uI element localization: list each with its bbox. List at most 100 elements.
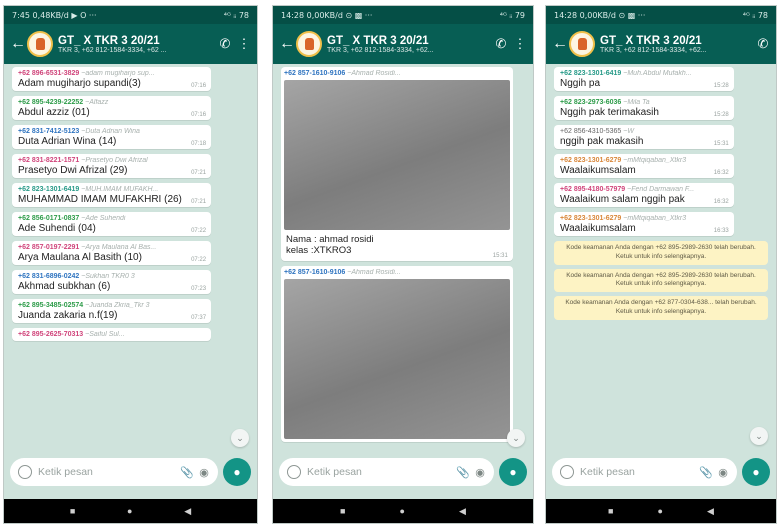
message-list[interactable]: +62 823-1301-6419 ~Muh.Abdul Mufakh... Ng…	[546, 64, 776, 467]
call-add-icon[interactable]: ✆	[218, 36, 232, 52]
message-text: Akhmad subkhan (6)	[18, 281, 111, 292]
message-text: Duta Adrian Wina (14)	[18, 136, 117, 147]
message-bubble[interactable]: +62 831-6896-0242 ~Sukhan TKR0 3 Akhmad s…	[12, 270, 212, 294]
message-sender: +62 857-0197-2291 ~Arya Maulana Al Bas..…	[18, 244, 205, 251]
message-sender: +62 857-1610-9106 ~Ahmad Rosidi...	[284, 269, 510, 276]
home-icon[interactable]: ●	[127, 506, 132, 516]
paperclip-icon[interactable]: 📎	[699, 466, 713, 479]
message-sender: +62 831-8221-1571 ~Prasetyo Dwi Afrizal	[18, 157, 205, 164]
sender-phone: +62 823-2973-6036	[560, 99, 622, 106]
message-bubble[interactable]: +62 896-6531-3829 ~adam mugiharjo sup...…	[12, 67, 212, 91]
emoji-icon[interactable]	[287, 465, 301, 479]
chat-title-block[interactable]: GT_ X TKR 3 20/21 TKR 3, +62 812-1584-33…	[327, 35, 489, 54]
message-time: 07:37	[191, 315, 207, 321]
message-text: Juanda zakaria n.f(19)	[18, 310, 118, 321]
group-title: GT_ X TKR 3 20/21	[327, 34, 429, 47]
message-time: 15:28	[713, 112, 729, 118]
message-bubble[interactable]: +62 831-7412-5123 ~Duta Adrian Wina Duta …	[12, 125, 212, 149]
android-nav-bar: ■ ● ◀	[273, 499, 533, 523]
message-text: Waalaikum salam nggih pak	[560, 194, 685, 205]
status-left: 14:28 0,00KB/d ⊙ ▩ ···	[554, 10, 646, 20]
message-placeholder: Ketik pesan	[580, 466, 635, 478]
message-input[interactable]: Ketik pesan 📎 ◉	[10, 458, 218, 486]
kebab-menu-icon[interactable]: ⋮	[513, 36, 527, 52]
message-list[interactable]: +62 857-1610-9106 ~Ahmad Rosidi... Nama …	[273, 64, 533, 467]
back-arrow-icon[interactable]: ←	[552, 35, 568, 53]
chat-title-block[interactable]: GT_ X TKR 3 20/21 TKR 3, +62 812-1584-33…	[600, 35, 751, 54]
image-message[interactable]: +62 857-1610-9106 ~Ahmad Rosidi... Nama …	[281, 67, 513, 261]
message-list[interactable]: +62 896-6531-3829 ~adam mugiharjo sup...…	[4, 64, 257, 467]
recents-icon[interactable]: ■	[70, 506, 75, 516]
message-bubble[interactable]: +62 823-1301-6279 ~mMtqiqaban_Xtkr3 Waala…	[554, 154, 734, 178]
caption-line: Nama : ahmad rosidi	[286, 234, 374, 245]
message-text: Waalaikumsalam	[560, 223, 636, 234]
message-text: Ade Suhendi (04)	[18, 223, 96, 234]
message-sender: +62 856-4310-5365 ~W	[560, 128, 728, 135]
message-input[interactable]: Ketik pesan 📎 ◉	[279, 458, 494, 486]
security-code-notice[interactable]: Kode keamanan Anda dengan +62 895-2989-2…	[554, 268, 768, 293]
security-code-notice[interactable]: Kode keamanan Anda dengan +62 877-0304-6…	[554, 296, 768, 320]
group-title: GT_ X TKR 3 20/21	[58, 34, 160, 47]
message-time: 07:23	[191, 286, 207, 292]
status-bar: 14:28 0,00KB/d ⊙ ▩ ··· ⁴ᴳ ᵢᵢ 78	[546, 6, 776, 24]
message-bubble[interactable]: +62 895-2625-70313 ~Saiful Sul...	[12, 328, 212, 341]
message-bubble[interactable]: +62 823-1301-6279 ~mMtqiqaban_Xtkr3 Waala…	[554, 212, 734, 236]
message-bubble[interactable]: +62 895-3485-02574 ~Juanda Zkria_Tkr 3 Ju…	[12, 299, 212, 323]
nav-back-icon[interactable]: ◀	[707, 506, 714, 517]
back-arrow-icon[interactable]: ←	[279, 35, 295, 53]
android-nav-bar: ■ ● ◀	[546, 499, 776, 523]
message-bubble[interactable]: +62 895-4239-22252 ~Alfazz Abdul azziz (0…	[12, 96, 212, 120]
camera-icon[interactable]: ◉	[474, 466, 486, 479]
nav-back-icon[interactable]: ◀	[459, 506, 466, 517]
message-bubble[interactable]: +62 823-2973-6036 ~Mila Ta Nggih pak teri…	[554, 96, 734, 120]
status-left: 14:28 0,00KB/d ⊙ ▩ ···	[281, 10, 373, 20]
message-bubble[interactable]: +62 857-0197-2291 ~Arya Maulana Al Bas..…	[12, 241, 212, 265]
blurred-photo[interactable]	[284, 278, 510, 439]
message-bubble[interactable]: +62 831-8221-1571 ~Prasetyo Dwi Afrizal P…	[12, 154, 212, 178]
call-add-icon[interactable]: ✆	[756, 36, 770, 52]
security-code-notice[interactable]: Kode keamanan Anda dengan +62 895-2989-2…	[554, 241, 768, 265]
camera-icon[interactable]: ◉	[198, 466, 210, 479]
message-sender: +62 831-6896-0242 ~Sukhan TKR0 3	[18, 273, 205, 280]
paperclip-icon[interactable]: 📎	[456, 466, 470, 479]
emoji-icon[interactable]	[560, 465, 574, 479]
scroll-down-icon[interactable]: ⌄	[231, 429, 249, 447]
recents-icon[interactable]: ■	[608, 506, 613, 516]
scroll-down-icon[interactable]: ⌄	[507, 429, 525, 447]
image-message[interactable]: +62 857-1610-9106 ~Ahmad Rosidi...	[281, 265, 513, 442]
microphone-icon[interactable]: ●	[499, 458, 527, 486]
microphone-icon[interactable]: ●	[223, 458, 251, 486]
message-bubble[interactable]: +62 856-0171-0837 ~Ade Suhendi Ade Suhend…	[12, 212, 212, 236]
sender-name: ~mMtqiqaban_Xtkr3	[623, 157, 687, 164]
message-time: 07:16	[191, 112, 207, 118]
scroll-down-icon[interactable]: ⌄	[750, 427, 768, 445]
paperclip-icon[interactable]: 📎	[180, 466, 194, 479]
blurred-photo[interactable]	[284, 80, 510, 230]
home-icon[interactable]: ●	[658, 506, 663, 516]
status-left: 7:45 0,48KB/d ▶ O ···	[12, 10, 97, 20]
message-text: Nggih pak terimakasih	[560, 107, 659, 118]
sender-name: ~W	[623, 128, 634, 135]
phone-screenshot-1: 7:45 0,48KB/d ▶ O ··· ⁴ᴳ ᵢᵢ 78 ← GT_ X T…	[3, 5, 258, 524]
group-avatar[interactable]	[569, 31, 595, 57]
camera-icon[interactable]: ◉	[717, 466, 729, 479]
message-sender: +62 823-1301-6279 ~mMtqiqaban_Xtkr3	[560, 215, 728, 222]
message-bubble[interactable]: +62 895-4180-57979 ~Fend Darmawan F... Wa…	[554, 183, 734, 207]
message-bubble[interactable]: +62 823-1301-6419 ~MUH.IMAM MUFAKH... MUH…	[12, 183, 212, 207]
message-bubble[interactable]: +62 856-4310-5365 ~W nggih pak makasih 15:…	[554, 125, 734, 149]
message-sender: +62 823-2973-6036 ~Mila Ta	[560, 99, 728, 106]
microphone-icon[interactable]: ●	[742, 458, 770, 486]
sender-name: ~Ahmad Rosidi...	[347, 70, 401, 77]
nav-back-icon[interactable]: ◀	[184, 506, 191, 517]
back-arrow-icon[interactable]: ←	[10, 35, 26, 53]
message-bubble[interactable]: +62 823-1301-6419 ~Muh.Abdul Mufakh... Ng…	[554, 67, 734, 91]
group-avatar[interactable]	[27, 31, 53, 57]
home-icon[interactable]: ●	[400, 506, 405, 516]
emoji-icon[interactable]	[18, 465, 32, 479]
chat-title-block[interactable]: GT_ X TKR 3 20/21 TKR 3, +62 812-1584-33…	[58, 35, 213, 54]
call-add-icon[interactable]: ✆	[494, 36, 508, 52]
group-avatar[interactable]	[296, 31, 322, 57]
kebab-menu-icon[interactable]: ⋮	[237, 36, 251, 52]
message-input[interactable]: Ketik pesan 📎 ◉	[552, 458, 737, 486]
recents-icon[interactable]: ■	[340, 506, 345, 516]
